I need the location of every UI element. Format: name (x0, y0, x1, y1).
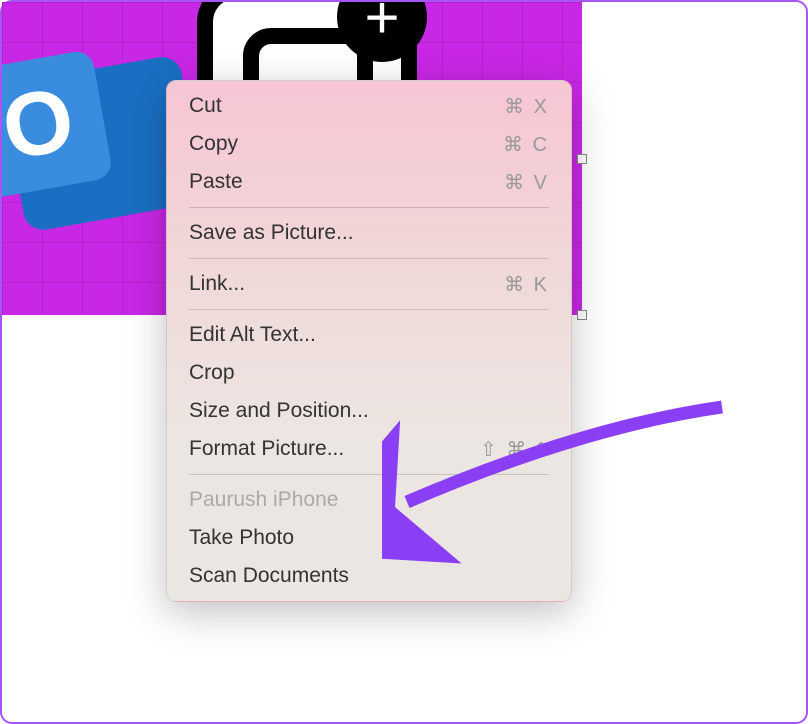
menu-item-size-and-position[interactable]: Size and Position... (167, 392, 571, 430)
menu-label: Copy (189, 132, 238, 156)
selection-handle[interactable] (577, 154, 587, 164)
menu-item-edit-alt-text[interactable]: Edit Alt Text... (167, 316, 571, 354)
menu-item-format-picture[interactable]: Format Picture... ⇧ ⌘ 1 (167, 430, 571, 468)
menu-item-take-photo[interactable]: Take Photo (167, 519, 571, 557)
menu-label: Paurush iPhone (189, 488, 338, 512)
menu-label: Size and Position... (189, 399, 369, 423)
menu-label: Link... (189, 272, 245, 296)
menu-shortcut: ⌘ X (504, 94, 549, 119)
menu-label: Paste (189, 170, 243, 194)
menu-label: Cut (189, 94, 222, 118)
menu-item-link[interactable]: Link... ⌘ K (167, 265, 571, 303)
menu-separator (189, 207, 549, 208)
menu-separator (189, 309, 549, 310)
menu-shortcut: ⇧ ⌘ 1 (480, 437, 549, 462)
menu-item-paste[interactable]: Paste ⌘ V (167, 163, 571, 201)
context-menu: Cut ⌘ X Copy ⌘ C Paste ⌘ V Save as Pictu… (166, 80, 572, 602)
menu-shortcut: ⌘ C (503, 132, 549, 157)
menu-label: Scan Documents (189, 564, 349, 588)
menu-item-copy[interactable]: Copy ⌘ C (167, 125, 571, 163)
menu-item-cut[interactable]: Cut ⌘ X (167, 87, 571, 125)
menu-item-save-as-picture[interactable]: Save as Picture... (167, 214, 571, 252)
menu-item-device-name: Paurush iPhone (167, 481, 571, 519)
menu-label: Edit Alt Text... (189, 323, 316, 347)
menu-item-crop[interactable]: Crop (167, 354, 571, 392)
menu-label: Take Photo (189, 526, 294, 550)
menu-label: Format Picture... (189, 437, 344, 461)
menu-label: Save as Picture... (189, 221, 354, 245)
menu-shortcut: ⌘ K (504, 272, 549, 297)
menu-separator (189, 474, 549, 475)
selection-handle[interactable] (577, 310, 587, 320)
menu-separator (189, 258, 549, 259)
menu-shortcut: ⌘ V (504, 170, 549, 195)
menu-item-scan-documents[interactable]: Scan Documents (167, 557, 571, 595)
menu-label: Crop (189, 361, 235, 385)
